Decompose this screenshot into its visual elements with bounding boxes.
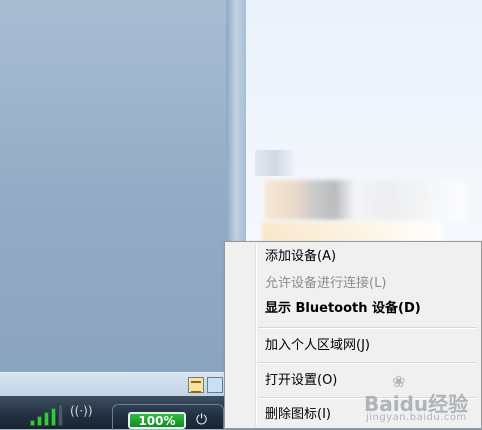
blurred-content [265,180,465,220]
menu-item-allow-connections[interactable]: 允许设备进行连接(L) [265,275,386,293]
menu-separator [258,362,477,364]
signal-bar [30,420,35,426]
signal-bar [51,408,56,426]
signal-bar [44,412,49,426]
menu-icon-gutter [255,244,257,426]
signal-strength-icon[interactable] [30,404,64,426]
signal-bar [37,416,42,426]
menu-item-remove-icon[interactable]: 删除图标(I) [265,406,331,424]
wireless-icon[interactable]: ((·)) [70,404,93,418]
watermark-url: jingyan.baidu.com [366,412,467,423]
blurred-content [255,150,295,176]
battery-indicator[interactable]: 100% [128,412,186,429]
menu-item-show-bluetooth-devices[interactable]: 显示 Bluetooth 设备(D) [265,300,421,318]
notification-area-upper [0,372,226,397]
signal-bar [58,404,63,426]
bluetooth-tray-icon[interactable] [207,377,223,393]
notes-tray-icon[interactable] [188,377,204,393]
menu-separator [258,327,477,329]
power-plug-icon: ⏻ [196,412,208,428]
menu-item-add-device[interactable]: 添加设备(A) [265,248,336,266]
menu-item-join-pan[interactable]: 加入个人区域网(J) [265,337,370,355]
desktop-background [0,0,232,372]
menu-item-open-settings[interactable]: 打开设置(O) [265,372,337,390]
baidu-watermark: ❀ Baidu经验 jingyan.baidu.com [364,370,482,426]
